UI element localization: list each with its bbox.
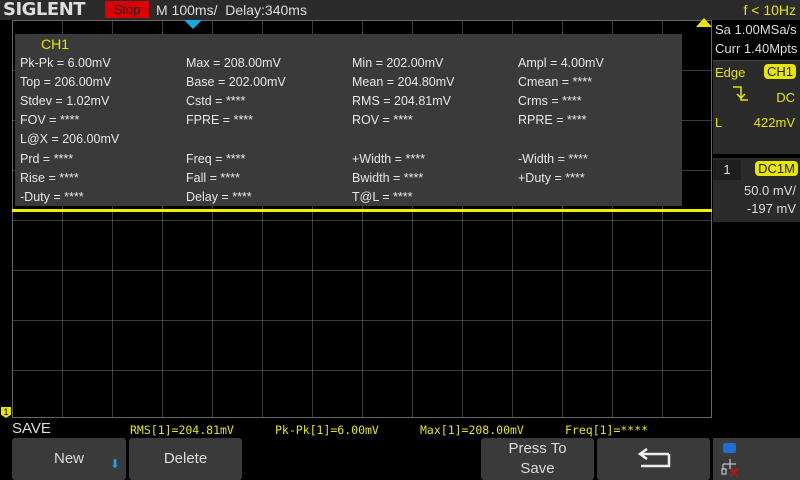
trigger-type: Edge <box>715 65 746 80</box>
acquisition-info[interactable]: Sa 1.00MSa/s Curr 1.40Mpts <box>713 20 800 60</box>
falling-edge-icon <box>733 86 748 101</box>
press-to-save-line1: Press To <box>508 440 567 457</box>
menu-title: SAVE <box>12 420 51 437</box>
measurement-value: -Duty = **** <box>20 190 84 204</box>
network-disconnected-icon <box>721 459 738 477</box>
siglent-logo: SIGLENT <box>3 0 86 20</box>
measurement-value: Stdev = 1.02mV <box>20 94 110 108</box>
right-info-panel: Sa 1.00MSa/s Curr 1.40Mpts Edge CH1 DC L… <box>713 20 800 222</box>
measurement-value: Rise = **** <box>20 171 79 185</box>
top-bar: SIGLENT Stop M 100ms/ Delay:340ms f < 10… <box>0 0 800 20</box>
trigger-level-label: L <box>715 115 723 130</box>
channel-1-info[interactable]: 1 DC1M 50.0 mV/ -197 mV <box>713 158 800 222</box>
measurement-value: FPRE = **** <box>186 113 254 127</box>
arrow-down-icon: ⬇ <box>109 457 120 471</box>
trigger-level: 422mV <box>753 115 795 130</box>
measurement-value: Cstd = **** <box>186 94 246 108</box>
measure-channel-label: CH1 <box>41 36 70 52</box>
measurement-value: FOV = **** <box>20 113 80 127</box>
memory-depth: Curr 1.40Mpts <box>715 41 798 56</box>
measurement-value: Ampl = 4.00mV <box>518 56 604 70</box>
measurement-value: Delay = **** <box>186 190 252 204</box>
trigger-source: CH1 <box>763 64 796 79</box>
usb-storage-icon <box>723 443 736 453</box>
measurement-panel: CH1 Pk-Pk = 6.00mV Max = 208.00mV Min = 20… <box>15 34 682 206</box>
measurement-value: Bwidth = **** <box>352 171 424 185</box>
measurement-value: -Width = **** <box>518 152 588 166</box>
trigger-frequency: f < 10Hz <box>743 2 796 18</box>
channel-number: 1 <box>713 160 741 180</box>
measurement-value: +Duty = **** <box>518 171 585 185</box>
new-label: New <box>53 450 84 467</box>
ch1-waveform-trace <box>12 209 712 212</box>
trigger-level-marker-icon[interactable] <box>696 18 712 27</box>
press-to-save-line2: Save <box>520 460 555 477</box>
measurement-value: Freq = **** <box>186 152 246 166</box>
measurement-value: RMS = 204.81mV <box>352 94 452 108</box>
measurement-value: RPRE = **** <box>518 113 587 127</box>
return-arrow-icon <box>637 448 670 468</box>
measurement-value: L@X = 206.00mV <box>20 132 120 146</box>
new-button[interactable]: New ⬇ <box>12 438 126 480</box>
measurement-value: Prd = **** <box>20 152 74 166</box>
measurement-value: T@L = **** <box>352 190 413 204</box>
delay: Delay:340ms <box>225 2 307 18</box>
run-stop-status[interactable]: Stop <box>105 1 149 18</box>
press-to-save-button[interactable]: Press To Save <box>481 438 594 480</box>
channel-coupling: DC1M <box>755 161 798 176</box>
measurement-value: Mean = 204.80mV <box>352 75 455 89</box>
measure-readout-freq: Freq[1]=**** <box>565 423 649 437</box>
vertical-offset: -197 mV <box>746 201 796 216</box>
measurement-value: Top = 206.00mV <box>20 75 112 89</box>
measure-readout-max: Max[1]=208.00mV <box>420 423 524 437</box>
measurement-value: Base = 202.00mV <box>186 75 286 89</box>
return-button[interactable] <box>597 438 710 480</box>
trigger-coupling: DC <box>776 90 795 105</box>
vertical-scale: 50.0 mV/ <box>743 183 796 198</box>
measurement-value: Cmean = **** <box>518 75 592 89</box>
status-icons <box>713 438 800 480</box>
measurement-value: Crms = **** <box>518 94 582 108</box>
channel-1-marker[interactable]: 1 <box>1 407 11 418</box>
trigger-position-marker-icon[interactable] <box>184 20 202 29</box>
timebase: M 100ms/ <box>156 2 218 18</box>
measurement-value: Max = 208.00mV <box>186 56 281 70</box>
measurement-value: Min = 202.00mV <box>352 56 444 70</box>
measure-readout-rms: RMS[1]=204.81mV <box>130 423 234 437</box>
sample-rate: Sa 1.00MSa/s <box>715 22 797 37</box>
measure-readout-pkpk: Pk-Pk[1]=6.00mV <box>275 423 379 437</box>
timebase-readout[interactable]: M 100ms/ Delay:340ms <box>156 1 307 19</box>
measurement-value: Fall = **** <box>186 171 240 185</box>
trigger-info[interactable]: Edge CH1 DC L 422mV <box>713 60 800 154</box>
delete-button[interactable]: Delete <box>129 438 242 480</box>
measurement-value: ROV = **** <box>352 113 413 127</box>
measurement-value: Pk-Pk = 6.00mV <box>20 56 111 70</box>
measurement-value: +Width = **** <box>352 152 425 166</box>
